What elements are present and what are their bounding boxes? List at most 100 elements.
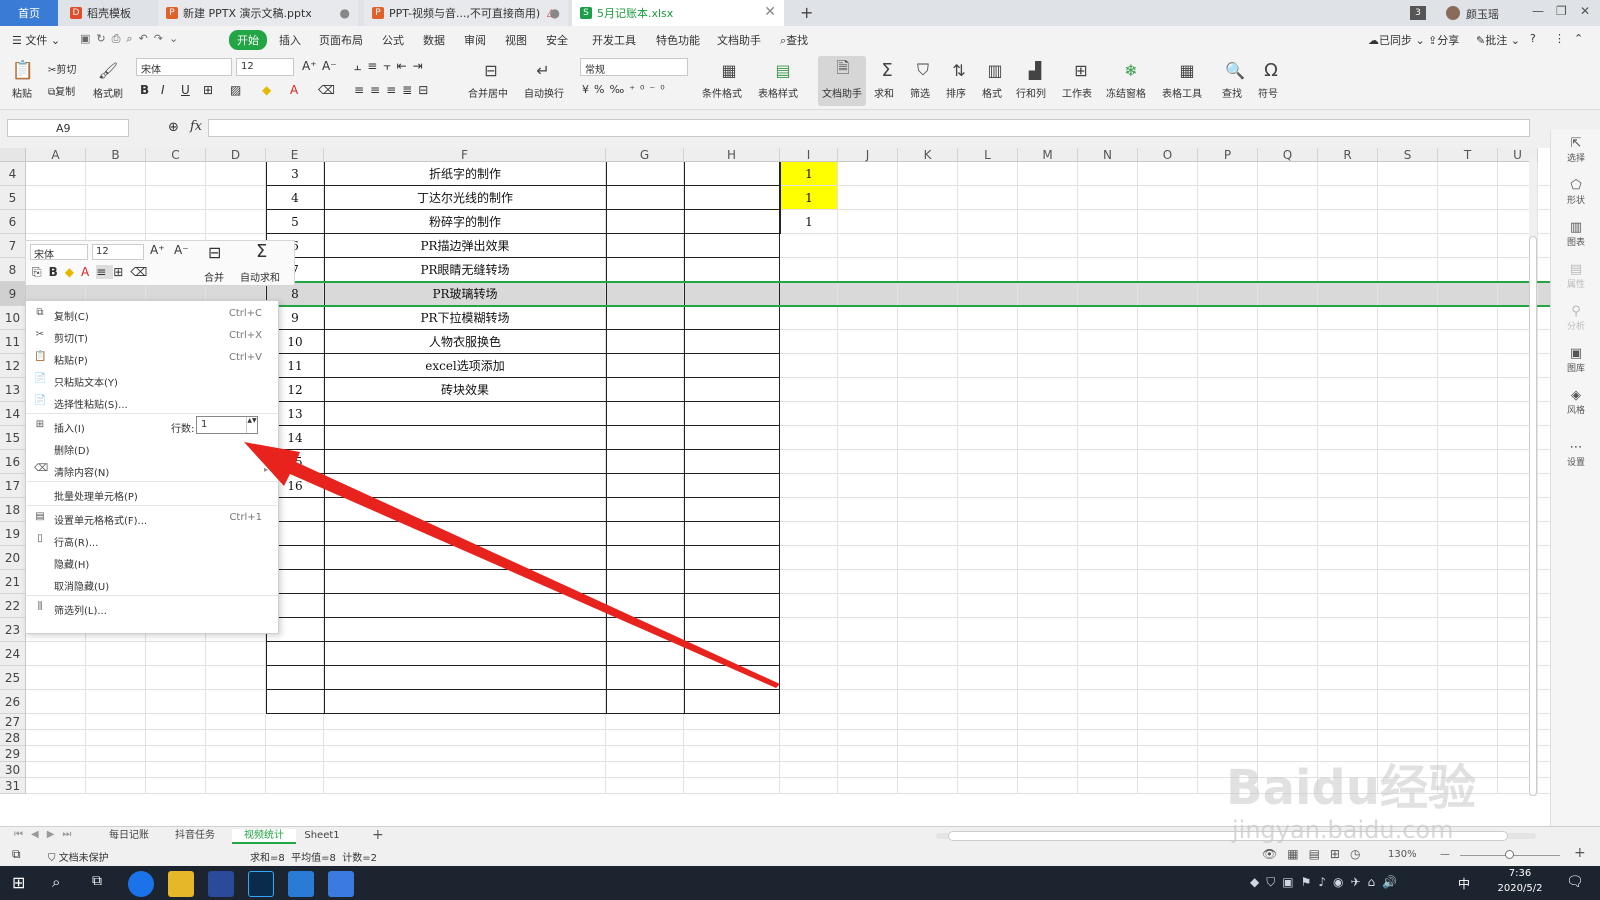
user-name[interactable]: 颜玉瑶 — [1466, 6, 1499, 22]
quick-access-icons[interactable]: ▣↻⎙⌕↶↷⌄ — [80, 32, 184, 46]
font-name-select[interactable]: 宋体 — [136, 58, 232, 76]
menu-page-layout[interactable]: 页面布局 — [319, 32, 363, 48]
windows-start-icon[interactable]: ⊞ — [12, 873, 25, 892]
file-explorer-icon[interactable] — [168, 871, 194, 897]
clock-date[interactable]: 2020/5/2 — [1494, 883, 1546, 894]
conditional-format-button[interactable]: 条件格式 — [702, 85, 742, 100]
tab-count-badge[interactable]: 3 — [1410, 6, 1426, 20]
merge-icon[interactable]: ⊟ — [208, 243, 221, 262]
horizontal-align-icons[interactable]: ≡≡≡≣⊟ — [354, 83, 434, 97]
collapse-ribbon-icon[interactable]: ⌃ — [1574, 32, 1583, 45]
table-style-button[interactable]: 表格样式 — [758, 85, 798, 100]
avatar[interactable] — [1446, 6, 1460, 20]
italic-icon[interactable]: I — [161, 83, 165, 97]
conditional-format-icon[interactable]: ▦ — [718, 59, 740, 81]
menu-security[interactable]: 安全 — [546, 32, 568, 48]
cell-title[interactable]: 粉碎字的制作 — [324, 210, 606, 234]
menu-home[interactable]: 开始 — [229, 30, 267, 50]
formula-input[interactable] — [208, 119, 1530, 137]
side-panel-item-6[interactable]: ◈ 风格 — [1551, 388, 1600, 416]
cell-title[interactable]: PR描边弹出效果 — [324, 234, 606, 258]
font-shrink-icon[interactable]: A⁻ — [174, 243, 189, 257]
context-item-12[interactable]: 取消隐藏(U) — [26, 573, 278, 595]
number-format-select[interactable]: 常规 — [580, 58, 688, 76]
context-item-9[interactable]: ▤ 设置单元格格式(F)... Ctrl+1 — [26, 507, 278, 529]
status-cell-icon[interactable]: ⧉ — [12, 847, 21, 862]
font-shrink-icon[interactable]: A⁻ — [322, 59, 337, 73]
worksheet-icon[interactable]: ⊞ — [1070, 59, 1092, 81]
rows-stepper-icon[interactable]: ▲▼ — [246, 417, 257, 433]
tab-docer[interactable]: D 稻壳模板 — [62, 0, 154, 26]
mini-format-icons[interactable]: ⎘B◆A≡⊞⌫ — [32, 265, 154, 280]
menu-doc-assistant[interactable]: 文档助手 — [717, 32, 761, 48]
cell-count[interactable]: 1 — [780, 210, 838, 234]
context-item-2[interactable]: 📋 粘贴(P) Ctrl+V — [26, 347, 278, 369]
side-panel-item-2[interactable]: ▥ 图表 — [1551, 220, 1600, 248]
cell-title[interactable]: 折纸字的制作 — [324, 162, 606, 186]
sort-button[interactable]: 排序 — [946, 85, 966, 100]
sum-icon[interactable]: Σ — [256, 241, 267, 262]
sum-icon[interactable]: Σ — [876, 59, 898, 81]
cell-title[interactable]: PR玻璃转场 — [324, 282, 606, 306]
symbol-button[interactable]: 符号 — [1258, 85, 1278, 100]
zoom-in-icon[interactable]: + — [1574, 845, 1586, 861]
mini-size-select[interactable]: 12 — [92, 244, 144, 260]
menu-view[interactable]: 视图 — [505, 32, 527, 48]
cell-title[interactable]: excel选项添加 — [324, 354, 606, 378]
vertical-scrollbar[interactable] — [1529, 156, 1537, 796]
protect-status[interactable]: ⛉ 文档未保护 — [48, 849, 109, 864]
format-painter-button[interactable]: 格式刷 — [93, 85, 123, 100]
wps-icon[interactable] — [328, 871, 354, 897]
format-painter-icon[interactable]: 🖌 — [97, 59, 119, 81]
view-mode-icons[interactable]: 👁▦▤⊞◷ — [1262, 847, 1370, 861]
tab-ppt-video[interactable]: P PPT-视频与音...,不可直接商用) ⚠ ● — [364, 0, 568, 26]
search-icon[interactable]: ⌕ — [52, 873, 60, 891]
context-item-7[interactable]: ⌫ 清除内容(N) — [26, 459, 278, 481]
sort-icon[interactable]: ⇅ — [948, 59, 970, 81]
font-grow-icon[interactable]: A⁺ — [302, 59, 317, 73]
sheet-tab-2[interactable]: 视频统计 — [232, 829, 296, 844]
paste-icon[interactable]: 📋 — [12, 59, 34, 81]
rowcol-button[interactable]: 行和列 — [1016, 85, 1046, 100]
zoom-slider-thumb[interactable] — [1505, 850, 1514, 859]
sheet-tab-0[interactable]: 每日记账 — [98, 829, 160, 844]
photoshop-icon[interactable] — [248, 871, 274, 897]
cell-title[interactable]: PR眼睛无缝转场 — [324, 258, 606, 282]
menu-file[interactable]: ☰ 文件 ⌄ — [12, 32, 60, 48]
menu-formula[interactable]: 公式 — [382, 32, 404, 48]
merge-button[interactable]: 合并居中 — [468, 85, 508, 100]
cell-title[interactable]: 砖块效果 — [324, 378, 606, 402]
copy-button[interactable]: ⧉复制 — [48, 83, 75, 98]
context-item-13[interactable]: ⫼ 筛选列(L)... — [26, 597, 278, 619]
merge-icon[interactable]: ⊟ — [480, 59, 502, 81]
table-style-icon[interactable]: ▤ — [772, 59, 794, 81]
font-grow-icon[interactable]: A⁺ — [150, 243, 165, 257]
font-size-select[interactable]: 12 — [236, 58, 294, 76]
rowcol-icon[interactable]: ▟ — [1024, 59, 1046, 81]
menu-developer[interactable]: 开发工具 — [592, 32, 636, 48]
find-button[interactable]: 查找 — [1222, 85, 1242, 100]
cell-number[interactable]: 3 — [266, 162, 324, 186]
tab-pptx[interactable]: P 新建 PPTX 演示文稿.pptx ● — [158, 0, 358, 26]
context-item-1[interactable]: ✂ 剪切(T) Ctrl+X — [26, 325, 278, 347]
context-item-3[interactable]: 📄 只粘贴文本(Y) — [26, 369, 278, 391]
zoom-level[interactable]: 130% — [1388, 849, 1417, 860]
wrap-button[interactable]: 自动换行 — [524, 85, 564, 100]
zoom-formula-icon[interactable]: ⊕ — [168, 120, 179, 135]
close-window-icon[interactable]: ✕ — [1580, 4, 1590, 18]
browser-icon[interactable] — [128, 871, 154, 897]
share-button[interactable]: ⇪分享 — [1428, 32, 1459, 48]
sum-button[interactable]: 求和 — [874, 85, 894, 100]
restore-icon[interactable]: ❐ — [1556, 4, 1567, 18]
context-item-8[interactable]: 批量处理单元格(P) — [26, 483, 278, 505]
sheet-tab-1[interactable]: 抖音任务 — [164, 829, 226, 844]
minimize-icon[interactable]: — — [1532, 4, 1544, 18]
mini-autosum-button[interactable]: 自动求和 — [240, 269, 280, 284]
side-panel-item-7[interactable]: ⋯ 设置 — [1551, 440, 1600, 468]
new-tab-plus-icon[interactable]: + — [800, 3, 813, 22]
cell-number[interactable]: 4 — [266, 186, 324, 210]
paste-button[interactable]: 粘贴 — [12, 85, 32, 100]
bold-icon[interactable]: B — [140, 83, 149, 97]
cell-count[interactable]: 1 — [780, 162, 838, 186]
cell-count[interactable]: 1 — [780, 186, 838, 210]
